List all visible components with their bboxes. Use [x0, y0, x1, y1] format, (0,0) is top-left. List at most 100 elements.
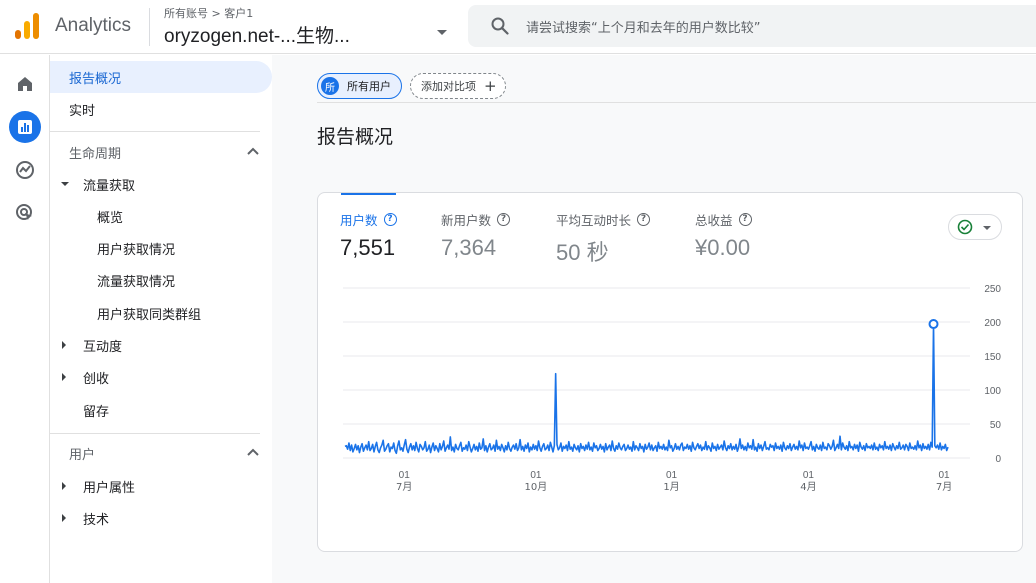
nav-label: 用户属性 [83, 480, 136, 496]
metric-label: 用户数 [340, 213, 378, 228]
x-tick-month: 10月 [525, 481, 548, 493]
search-icon[interactable] [490, 16, 510, 36]
nav-label: 用户获取同类群组 [97, 307, 202, 323]
y-tick-label: 0 [995, 454, 1001, 465]
nav-label: 概览 [97, 210, 124, 226]
top-bar: Analytics 所有账号 > 客户1 oryzogen.net-...生物.… [0, 0, 1036, 54]
nav-realtime[interactable]: 实时 [50, 93, 272, 125]
x-tick-month: 7月 [396, 481, 412, 493]
nav-monetization[interactable]: 创收 [50, 361, 272, 393]
nav-acquisition[interactable]: 流量获取 [50, 168, 272, 200]
app-name: Analytics [55, 15, 132, 36]
analytics-logo-icon[interactable] [14, 12, 40, 40]
x-tick-month: 1月 [663, 481, 679, 493]
nav-section-user[interactable]: 用户 [50, 437, 272, 469]
nav-retention[interactable]: 留存 [50, 394, 272, 426]
x-tick-day: 01 [938, 470, 950, 481]
y-tick-label: 150 [984, 352, 1001, 363]
plus-icon: + [484, 77, 497, 95]
x-tick-day: 01 [666, 470, 678, 481]
divider [317, 102, 1036, 103]
home-icon[interactable] [9, 68, 41, 100]
triangle-right-icon [62, 341, 66, 349]
left-rail [0, 55, 50, 583]
x-tick-month: 4月 [800, 481, 816, 493]
search-bar[interactable]: 请尝试搜索“上个月和去年的用户数比较” [468, 5, 1036, 47]
active-tab-indicator [341, 193, 396, 195]
chip-label: 所有用户 [347, 80, 391, 93]
segment-avatar: 所 [321, 77, 339, 95]
advertising-icon[interactable] [9, 197, 41, 229]
nav-traffic-acquisition[interactable]: 流量获取情况 [50, 264, 272, 296]
nav-divider [50, 131, 260, 132]
report-nav: 报告概况 实时 生命周期 流量获取 概览 用户获取情况 流量获取情况 用户获取同… [50, 55, 272, 583]
caret-down-icon [983, 226, 991, 230]
metric-avg-engagement-time[interactable]: 平均互动时长? 50 秒 [556, 210, 651, 267]
main-content: 所 所有用户 添加对比项 + 报告概况 用户数? 7,551 新用户数? 7,3… [272, 55, 1036, 583]
nav-label: 用户 [69, 447, 96, 463]
triangle-right-icon [62, 482, 66, 490]
reports-icon[interactable] [9, 111, 41, 143]
y-tick-label: 100 [984, 386, 1001, 397]
chevron-up-icon[interactable] [247, 448, 259, 456]
y-tick-label: 50 [990, 420, 1002, 431]
metric-label: 新用户数 [441, 213, 492, 228]
metric-label: 总收益 [695, 213, 733, 228]
nav-label: 生命周期 [69, 146, 122, 162]
nav-cohort[interactable]: 用户获取同类群组 [50, 297, 272, 329]
comparison-chip-all-users[interactable]: 所 所有用户 [317, 73, 402, 99]
nav-report-overview[interactable]: 报告概况 [50, 61, 272, 93]
data-point-peak [928, 319, 939, 330]
metric-value: 7,551 [340, 235, 396, 260]
x-tick-day: 01 [803, 470, 815, 481]
nav-label: 流量获取情况 [97, 274, 176, 290]
nav-label: 技术 [83, 512, 110, 528]
nav-user-acquisition[interactable]: 用户获取情况 [50, 232, 272, 264]
x-tick-day: 01 [530, 470, 542, 481]
check-circle-icon [957, 219, 973, 235]
metric-value: 7,364 [441, 235, 497, 260]
nav-divider [50, 433, 260, 434]
help-icon[interactable]: ? [738, 213, 752, 226]
add-comparison-button[interactable]: 添加对比项 + [410, 73, 506, 99]
series-line-users [344, 323, 949, 455]
nav-tech[interactable]: 技术 [50, 502, 272, 534]
overview-card: 用户数? 7,551 新用户数? 7,364 平均互动时长? 50 秒 总收益?… [317, 192, 1023, 552]
caret-down-icon[interactable] [437, 30, 447, 35]
search-input[interactable]: 请尝试搜索“上个月和去年的用户数比较” [526, 17, 760, 36]
metric-value: ¥0.00 [695, 235, 751, 260]
x-tick-day: 01 [399, 470, 411, 481]
triangle-right-icon [62, 373, 66, 381]
metric-total-revenue[interactable]: 总收益? ¥0.00 [695, 210, 752, 261]
metric-users[interactable]: 用户数? 7,551 [340, 210, 397, 261]
nav-label: 流量获取 [83, 178, 136, 194]
explore-icon[interactable] [9, 154, 41, 186]
nav-engagement[interactable]: 互动度 [50, 329, 272, 361]
property-selector[interactable]: oryzogen.net-...生物... [164, 21, 350, 48]
chevron-up-icon[interactable] [247, 147, 259, 155]
y-tick-label: 200 [984, 318, 1001, 329]
nav-label: 报告概况 [69, 71, 122, 87]
triangle-down-icon [61, 182, 69, 186]
metric-new-users[interactable]: 新用户数? 7,364 [441, 210, 511, 261]
header-divider [149, 8, 150, 46]
help-icon[interactable]: ? [637, 213, 651, 226]
nav-user-attributes[interactable]: 用户属性 [50, 470, 272, 502]
metric-value: 50 秒 [556, 240, 609, 265]
nav-label: 用户获取情况 [97, 242, 176, 258]
nav-label: 实时 [69, 103, 96, 119]
nav-section-lifecycle[interactable]: 生命周期 [50, 136, 272, 168]
nav-label: 留存 [83, 404, 110, 420]
nav-label: 互动度 [83, 339, 123, 355]
metric-label: 平均互动时长 [556, 213, 632, 228]
help-icon[interactable]: ? [497, 213, 511, 226]
nav-acq-overview[interactable]: 概览 [50, 200, 272, 232]
status-check-dropdown[interactable] [948, 214, 1002, 240]
triangle-right-icon [62, 514, 66, 522]
page-title: 报告概况 [317, 126, 394, 148]
x-tick-month: 7月 [936, 481, 952, 493]
breadcrumb[interactable]: 所有账号 > 客户1 [164, 5, 253, 21]
nav-label: 创收 [83, 371, 110, 387]
help-icon[interactable]: ? [383, 213, 397, 226]
y-tick-label: 250 [984, 284, 1001, 295]
